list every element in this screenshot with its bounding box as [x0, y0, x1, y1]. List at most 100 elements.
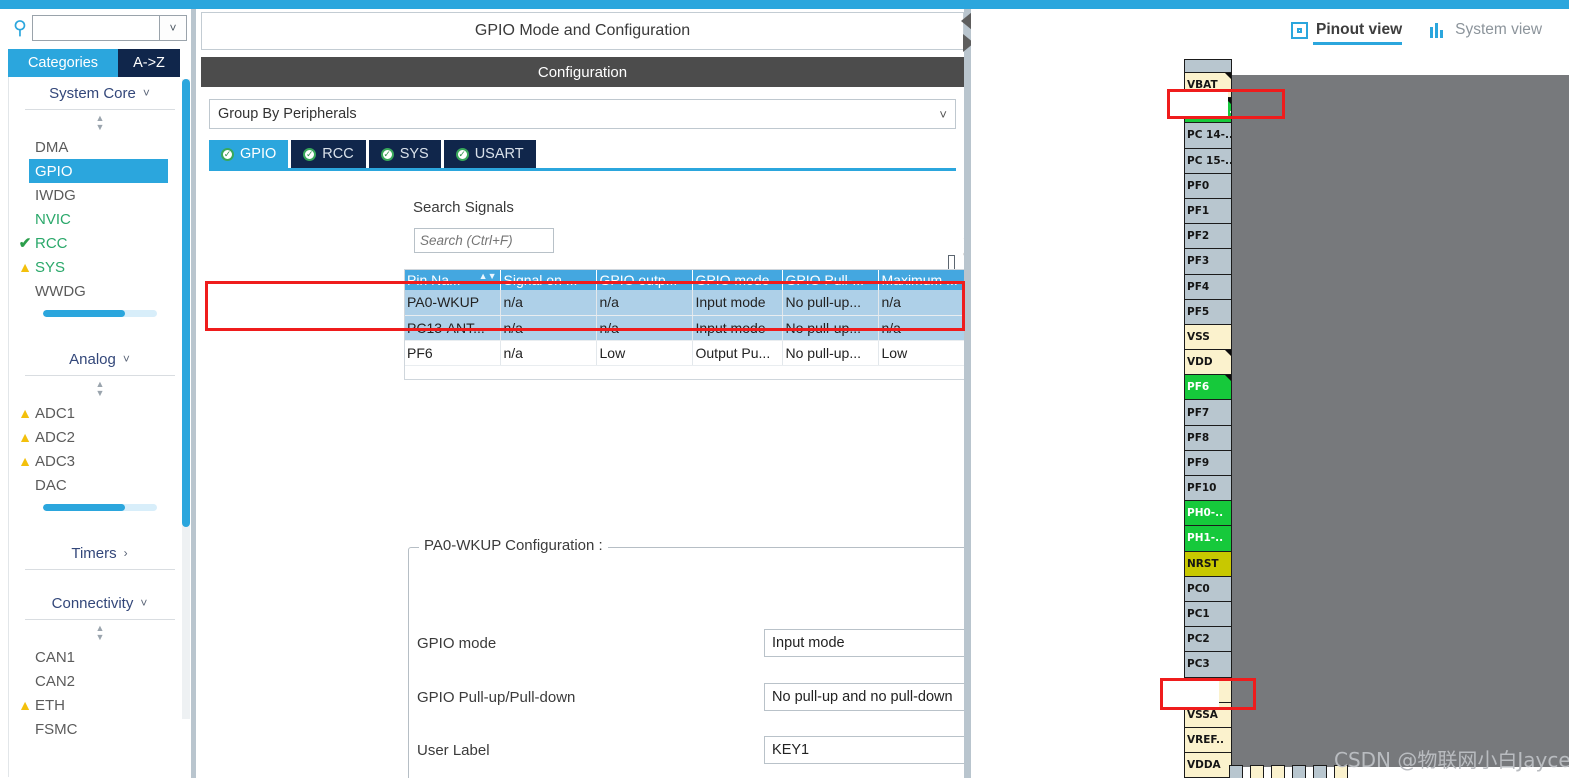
chevron-right-icon: ›	[123, 546, 128, 560]
group-title: Timers	[71, 544, 117, 562]
group-header-connectivity[interactable]: Connectivity ˅	[20, 587, 180, 619]
group-header-system-core[interactable]: System Core ˅	[20, 77, 180, 109]
tab-system-view[interactable]: System view	[1430, 9, 1542, 51]
tab-pinout-view[interactable]: Pinout view	[1291, 9, 1403, 51]
pin-bottom[interactable]	[1313, 765, 1327, 778]
check-icon: ✔	[18, 234, 32, 252]
sidebar-item-nvic[interactable]: NVIC	[9, 207, 190, 231]
pin-partial[interactable]	[1184, 59, 1232, 72]
group-header-analog[interactable]: Analog ˅	[20, 343, 180, 375]
column-maximum[interactable]: Maximum ...	[878, 269, 975, 290]
sidebar-item-rcc[interactable]: ✔ RCC	[9, 231, 190, 255]
pin-vdd-1[interactable]: VDD	[1184, 349, 1232, 375]
column-gpio-pull[interactable]: GPIO Pull-...	[782, 269, 879, 290]
tab-gpio[interactable]: ✓ GPIO	[209, 140, 289, 168]
cell-pull: No pull-up...	[782, 315, 879, 341]
pin-pf0[interactable]: PF0	[1184, 172, 1232, 198]
tab-categories[interactable]: Categories	[8, 49, 118, 77]
left-sidebar: ⚲ ˅ Categories A->Z System Core ˅ ▲ ▼ DMA	[0, 9, 196, 778]
pin-pf4[interactable]: PF4	[1184, 273, 1232, 299]
warning-triangle-icon: ▲	[18, 429, 32, 445]
column-label: GPIO mode	[695, 271, 770, 288]
group-header-timers[interactable]: Timers ›	[20, 537, 180, 569]
pin-pc0[interactable]: PC0	[1184, 575, 1232, 601]
pin-pf7[interactable]: PF7	[1184, 399, 1232, 425]
sidebar-item-can1[interactable]: CAN1	[9, 645, 190, 669]
pin-name: PF3	[1187, 255, 1210, 268]
divider	[24, 619, 175, 620]
signal-search-input[interactable]	[415, 229, 553, 252]
pin-bottom[interactable]	[1292, 765, 1306, 778]
field-value: KEY1	[772, 742, 810, 758]
group-by-select[interactable]: Group By Peripherals ˅	[209, 99, 956, 129]
pin-name: PC2	[1187, 633, 1210, 646]
sidebar-item-eth[interactable]: ▲ ETH	[9, 693, 190, 717]
configuration-panel: GPIO Mode and Configuration Configuratio…	[196, 9, 1161, 778]
tab-usart[interactable]: ✓ USART	[443, 140, 536, 168]
sidebar-search-input[interactable]	[33, 16, 159, 40]
field-value: Input mode	[772, 635, 845, 651]
group-by-value: Group By Peripherals	[218, 106, 357, 122]
column-gpio-output[interactable]: GPIO outp...	[596, 269, 693, 290]
pin-pf8[interactable]: PF8	[1184, 424, 1232, 450]
pin-pc14[interactable]: PC 14-..	[1184, 122, 1232, 148]
pin-pc2[interactable]: PC2	[1184, 626, 1232, 652]
column-signal-on[interactable]: Signal on ...	[500, 269, 597, 290]
item-label: RCC	[35, 234, 68, 252]
show-modified-pins-checkbox[interactable]	[948, 254, 956, 270]
tab-rcc[interactable]: ✓ RCC	[291, 140, 366, 168]
signal-search-box[interactable]	[414, 228, 554, 253]
item-label: IWDG	[35, 186, 76, 204]
pin-vdda[interactable]: VDDA	[1184, 752, 1232, 778]
sidebar-item-gpio[interactable]: GPIO	[29, 159, 168, 183]
pin-nrst[interactable]: NRST	[1184, 550, 1232, 576]
sidebar-item-dma[interactable]: DMA	[9, 135, 190, 159]
pin-vss[interactable]: VSS	[1184, 323, 1232, 350]
pin-bottom[interactable]	[1250, 765, 1264, 778]
pin-pf9[interactable]: PF9	[1184, 449, 1232, 475]
pin-bottom[interactable]	[1271, 765, 1285, 778]
pin-name: PC1	[1187, 608, 1210, 621]
column-pin-name[interactable]: ▲▼ Pin Na...	[404, 269, 501, 290]
pin-pf6[interactable]: LED_RPF6	[1184, 374, 1232, 400]
sidebar-item-sys[interactable]: ▲ SYS	[9, 255, 190, 279]
pin-name: PF4	[1187, 280, 1210, 293]
sidebar-item-dac[interactable]: DAC	[9, 473, 190, 497]
column-gpio-mode[interactable]: GPIO mode	[692, 269, 783, 290]
sidebar-item-adc1[interactable]: ▲ ADC1	[9, 401, 190, 425]
pin-pf2[interactable]: PF2	[1184, 223, 1232, 249]
spinner-icon[interactable]: ▲ ▼	[9, 379, 190, 401]
pin-pf10[interactable]: PF10	[1184, 475, 1232, 501]
pin-pf5[interactable]: PF5	[1184, 298, 1232, 324]
pin-pf1[interactable]: PF1	[1184, 197, 1232, 224]
panel-divider[interactable]	[964, 9, 971, 778]
sidebar-item-adc3[interactable]: ▲ ADC3	[9, 449, 190, 473]
cell-pin-name: PF6	[404, 340, 501, 366]
pin-ph0[interactable]: RCC_OSC_INPH0-..	[1184, 500, 1232, 526]
sidebar-item-iwdg[interactable]: IWDG	[9, 183, 190, 207]
tab-sys[interactable]: ✓ SYS	[368, 140, 441, 168]
pin-name: VSSA	[1187, 708, 1218, 721]
spinner-icon[interactable]: ▲ ▼	[9, 113, 190, 135]
sidebar-item-can2[interactable]: CAN2	[9, 669, 190, 693]
pin-vref[interactable]: VREF..	[1184, 726, 1232, 753]
search-dropdown-button[interactable]: ˅	[160, 15, 187, 41]
cell-pull: No pull-up...	[782, 290, 879, 316]
pin-bottom[interactable]	[1229, 765, 1243, 778]
sidebar-scrollbar[interactable]	[182, 79, 190, 719]
sidebar-search-box[interactable]	[32, 15, 160, 41]
pin-pf3[interactable]: PF3	[1184, 248, 1232, 274]
pin-pc3[interactable]: PC3	[1184, 651, 1232, 677]
tab-a-to-z[interactable]: A->Z	[118, 49, 180, 77]
pin-ph1[interactable]: RCC_OSC_OUTPH1-..	[1184, 525, 1232, 551]
spinner-icon[interactable]: ▲ ▼	[9, 623, 190, 645]
pin-pc1[interactable]: PC1	[1184, 600, 1232, 627]
sidebar-item-wwdg[interactable]: WWDG	[9, 279, 190, 303]
sidebar-item-adc2[interactable]: ▲ ADC2	[9, 425, 190, 449]
group-progress-analog[interactable]	[42, 504, 157, 511]
group-progress-system-core[interactable]	[42, 310, 157, 317]
key2-callout-backing	[1170, 92, 1228, 116]
item-label: DAC	[35, 476, 67, 494]
pin-pc15[interactable]: PC 15-..	[1184, 147, 1232, 173]
sidebar-item-fsmc[interactable]: FSMC	[9, 717, 190, 741]
